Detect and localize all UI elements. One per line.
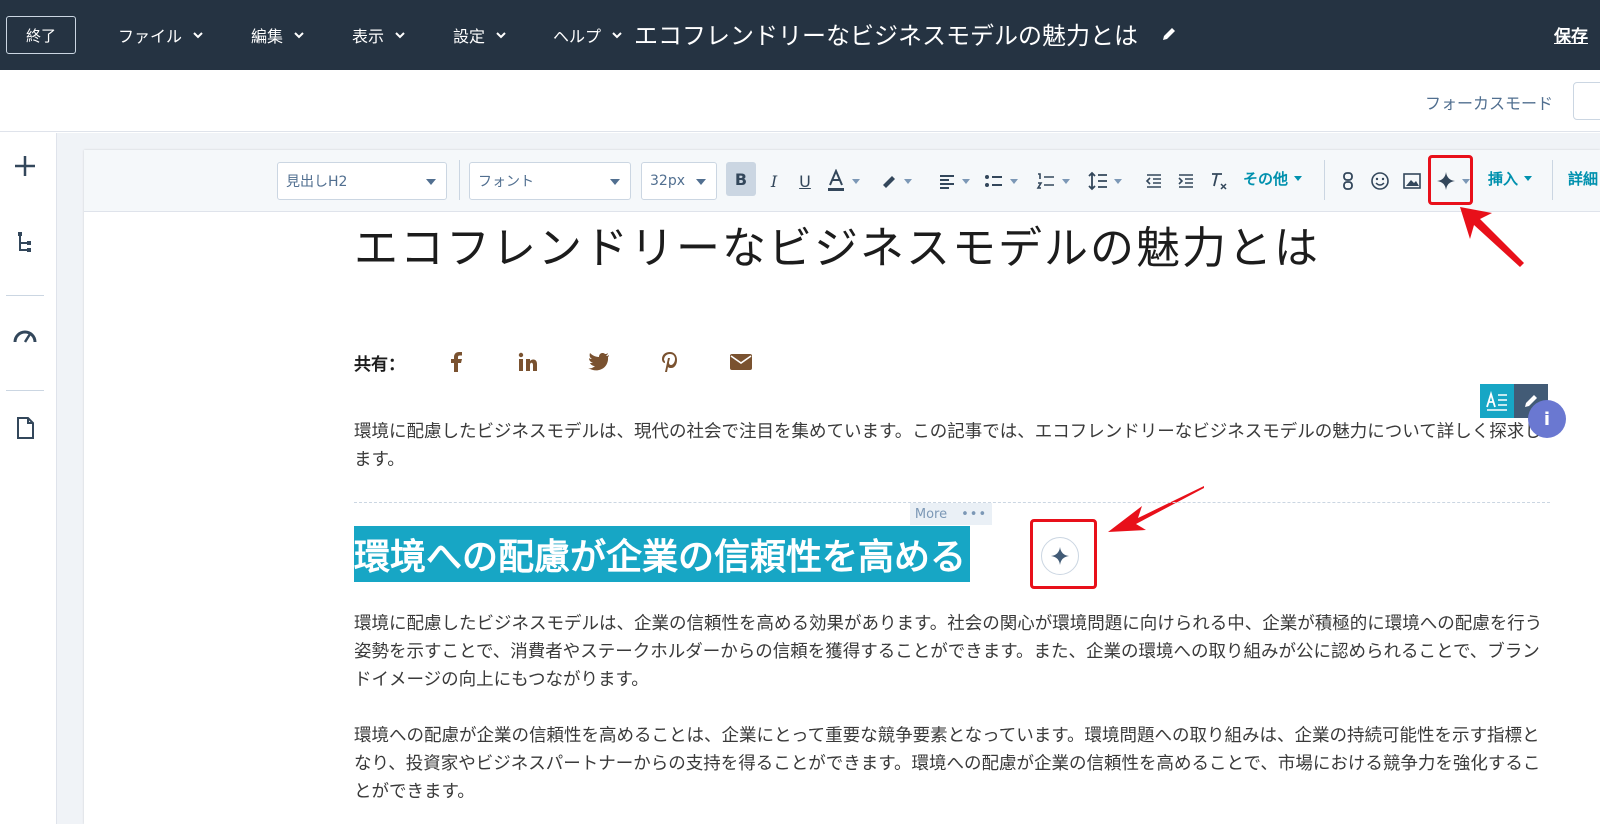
pencil-icon[interactable] (1160, 25, 1178, 43)
font-family-value: フォント (478, 174, 534, 190)
paragraph-style-value: 見出しH2 (286, 174, 348, 190)
share-label: 共有： (354, 355, 405, 375)
chevron-down-icon (395, 32, 405, 39)
toolbar-divider (1324, 160, 1325, 200)
font-size-value: 32px (650, 173, 685, 189)
body-paragraph[interactable]: 環境に配慮したビジネスモデルは、企業の信頼性を高める効果があります。社会の関心が… (354, 610, 1550, 694)
caret-down-icon (610, 179, 620, 185)
details-button[interactable]: 詳細 (1568, 168, 1598, 189)
document-icon[interactable] (12, 415, 38, 441)
line-height-button[interactable] (1088, 168, 1122, 194)
image-icon (1403, 173, 1421, 189)
more-options-label: その他 (1243, 170, 1289, 188)
more-options-button[interactable]: その他 (1243, 168, 1303, 189)
linkedin-icon[interactable] (516, 350, 540, 374)
left-sidebar (0, 133, 57, 824)
editor-subbar: フォーカスモード (0, 70, 1600, 132)
highlight-color-button[interactable] (880, 168, 912, 194)
menu-file[interactable]: ファイル (118, 20, 204, 50)
indent-icon (1178, 174, 1193, 188)
menu-help[interactable]: ヘルプ (553, 20, 623, 50)
sidebar-divider (6, 390, 44, 391)
annotation-highlight-box (1428, 155, 1473, 205)
indent-button[interactable] (1177, 168, 1195, 194)
document-title[interactable]: エコフレンドリーなビジネスモデルの魅力とは (634, 16, 1178, 51)
italic-button[interactable]: I (765, 168, 783, 194)
body-paragraph[interactable]: 環境への配慮が企業の信頼性を高めることは、企業にとって重要な競争要素となっていま… (354, 722, 1550, 806)
numbered-list-icon (1036, 173, 1054, 189)
plus-icon[interactable] (12, 153, 38, 179)
toolbar-divider (459, 160, 460, 200)
chevron-down-icon (612, 32, 622, 39)
sidebar-divider (6, 295, 44, 296)
more-tab-label: More (914, 506, 948, 522)
ellipsis-icon: ••• (961, 506, 988, 522)
top-navigation-bar: 終了 ファイル 編集 表示 設定 ヘルプ エコフレンドリーなビジネスモデルの魅力… (0, 0, 1600, 70)
underline-button[interactable]: U (796, 168, 814, 194)
chevron-down-icon (294, 32, 304, 39)
bullet-list-button[interactable] (984, 168, 1018, 194)
clear-format-button[interactable] (1209, 168, 1229, 194)
smiley-icon (1371, 172, 1389, 190)
image-button[interactable] (1402, 168, 1422, 194)
menu-settings-label: 設定 (453, 27, 486, 46)
font-family-select[interactable]: フォント (469, 162, 631, 200)
menu-help-label: ヘルプ (553, 27, 602, 46)
highlighter-icon (883, 176, 895, 188)
text-align-icon (1486, 391, 1507, 411)
outdent-icon (1145, 174, 1161, 188)
numbered-list-button[interactable] (1036, 168, 1070, 194)
info-button[interactable]: i (1528, 400, 1566, 438)
intro-paragraph[interactable]: 環境に配慮したビジネスモデルは、現代の社会で注目を集めています。この記事では、エ… (354, 418, 1550, 474)
link-icon (1343, 172, 1353, 190)
align-left-icon (940, 175, 954, 189)
menu-edit-label: 編集 (251, 27, 284, 46)
insert-label: 挿入 (1488, 170, 1519, 188)
selected-heading[interactable]: 環境への配慮が企業の信頼性を高める (354, 526, 971, 582)
chevron-down-icon (193, 32, 203, 39)
save-button[interactable]: 保存 (1554, 22, 1588, 47)
paragraph-style-select[interactable]: 見出しH2 (277, 162, 447, 200)
text-color-button[interactable] (826, 168, 860, 194)
outdent-button[interactable] (1145, 168, 1163, 194)
twitter-icon[interactable] (587, 350, 611, 374)
emoji-button[interactable] (1370, 168, 1390, 194)
line-height-icon (1088, 171, 1107, 191)
bullet-list-icon (985, 175, 1002, 187)
email-icon[interactable] (729, 350, 753, 374)
exit-button[interactable]: 終了 (6, 16, 76, 54)
pinterest-icon[interactable] (658, 350, 682, 374)
toolbar-divider (1552, 160, 1553, 200)
bold-button[interactable]: B (726, 162, 756, 196)
text-color-icon (828, 169, 844, 191)
document-title-text: エコフレンドリーなビジネスモデルの魅力とは (634, 22, 1138, 50)
caret-down-icon (696, 179, 706, 185)
caret-down-icon (426, 179, 436, 185)
menu-view[interactable]: 表示 (352, 20, 406, 50)
menu-edit[interactable]: 編集 (251, 20, 305, 50)
menu-settings[interactable]: 設定 (453, 20, 507, 50)
speedometer-icon[interactable] (12, 323, 38, 349)
tree-structure-icon[interactable] (12, 230, 38, 256)
post-title[interactable]: エコフレンドリーなビジネスモデルの魅力とは (354, 212, 1320, 276)
menu-file-label: ファイル (118, 27, 183, 46)
annotation-arrow-icon (1108, 486, 1204, 532)
focus-mode-label: フォーカスモード (1425, 94, 1554, 113)
annotation-arrow-icon (1460, 207, 1524, 267)
details-label: 詳細 (1568, 170, 1599, 188)
link-button[interactable] (1340, 168, 1356, 194)
more-tab[interactable]: More ••• (910, 503, 992, 525)
facebook-icon[interactable] (444, 350, 468, 374)
clear-format-icon (1212, 173, 1227, 190)
annotation-highlight-box (1030, 519, 1097, 589)
chevron-down-icon (496, 32, 506, 39)
text-block-widget[interactable] (1480, 384, 1514, 418)
font-size-select[interactable]: 32px (641, 162, 717, 200)
menu-view-label: 表示 (352, 27, 385, 46)
insert-button[interactable]: 挿入 (1488, 168, 1533, 189)
align-button[interactable] (938, 168, 970, 194)
focus-mode-toggle[interactable] (1573, 82, 1600, 120)
